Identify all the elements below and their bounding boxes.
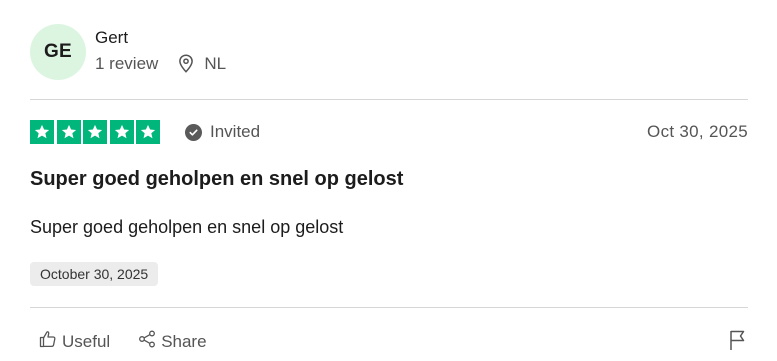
star-icon (109, 120, 134, 144)
review-text: Super goed geholpen en snel op gelost (30, 217, 344, 237)
invited-label: Invited (210, 122, 261, 141)
experience-date-badge: October 30, 2025 (30, 262, 159, 286)
review-title[interactable]: Super goed geholpen en snel op gelost (30, 168, 403, 191)
useful-button[interactable]: Useful (39, 330, 110, 353)
useful-label: Useful (62, 331, 111, 351)
star-icon (30, 120, 54, 144)
location-pin-icon (178, 54, 196, 74)
reviewer-country: NL (204, 54, 227, 73)
star-icon (83, 120, 107, 144)
star-icon (136, 120, 160, 144)
review-actions: Useful Share (39, 330, 235, 353)
invited-badge[interactable]: Invited (185, 122, 260, 142)
review-date: Oct 30, 2025 (647, 122, 748, 141)
star-icon (56, 120, 81, 144)
share-button[interactable]: Share (138, 330, 207, 353)
avatar-initials: GE (43, 41, 73, 62)
report-flag-button[interactable] (728, 329, 748, 351)
review-card: GE Gert 1 review NL Invited Oct 30, 2025… (30, 0, 748, 361)
share-icon (138, 330, 161, 353)
divider (30, 307, 748, 308)
flag-icon (728, 330, 748, 355)
review-count: 1 review (95, 54, 159, 73)
avatar[interactable]: GE (30, 24, 86, 80)
reviewer-meta: 1 review NL (95, 54, 226, 74)
share-label: Share (161, 331, 207, 351)
divider (30, 99, 748, 100)
star-rating (30, 120, 160, 144)
thumbs-up-icon (39, 330, 62, 353)
reviewer-name[interactable]: Gert (95, 28, 128, 48)
verified-check-icon (185, 123, 202, 141)
